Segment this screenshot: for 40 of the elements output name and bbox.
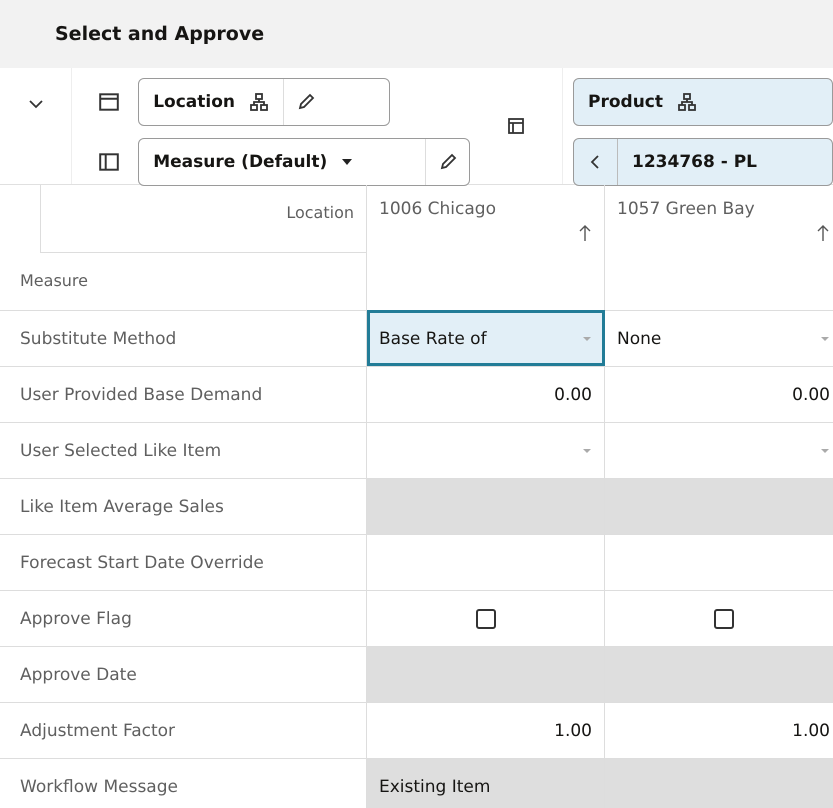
row-label: Adjustment Factor: [20, 720, 176, 740]
sort-arrow-icon[interactable]: [578, 224, 592, 242]
row-label: Workflow Message: [20, 776, 178, 796]
number-cell[interactable]: 0.00: [554, 384, 592, 404]
pivot-control[interactable]: Location: [138, 78, 390, 126]
readonly-cell: Existing Item: [367, 758, 605, 808]
number-cell[interactable]: 1.00: [792, 720, 830, 740]
page-title: Select and Approve: [55, 23, 264, 45]
checkbox[interactable]: [714, 608, 734, 628]
column-header: 1006 Chicago: [379, 199, 496, 221]
hierarchy-icon: [677, 92, 697, 112]
column-layout-icon[interactable]: [98, 151, 120, 173]
sort-arrow-icon[interactable]: [816, 224, 830, 242]
dropdown-cell[interactable]: [367, 422, 605, 478]
number-cell[interactable]: 1.00: [554, 720, 592, 740]
row-label: Forecast Start Date Override: [20, 552, 264, 572]
product-pivot-button[interactable]: Product: [574, 79, 711, 125]
dropdown-cell[interactable]: Base Rate of: [367, 310, 605, 366]
row-label: User Provided Base Demand: [20, 384, 262, 404]
row-layout-icon[interactable]: [98, 91, 120, 113]
column-header: 1057 Green Bay: [617, 199, 755, 221]
pivot-control[interactable]: Product: [573, 78, 833, 126]
column-axis-label: Measure: [20, 271, 88, 290]
location-pivot-button[interactable]: Location: [139, 79, 283, 125]
row-label: User Selected Like Item: [20, 440, 222, 460]
pivot-icon[interactable]: [506, 116, 526, 136]
number-cell[interactable]: 0.00: [792, 384, 830, 404]
hierarchy-icon: [249, 92, 269, 112]
row-label: Approve Date: [20, 664, 137, 684]
pivot-control[interactable]: 1234768 - PL: [573, 138, 833, 186]
row-label: Like Item Average Sales: [20, 496, 224, 516]
table-cell[interactable]: [367, 534, 605, 590]
measure-dropdown[interactable]: Measure (Default): [139, 139, 426, 185]
product-member-button[interactable]: 1234768 - PL: [618, 139, 771, 185]
row-label: Substitute Method: [20, 328, 176, 348]
caret-icon: [341, 158, 354, 166]
pivot-control[interactable]: Measure (Default): [138, 138, 470, 186]
row-axis-label: Location: [286, 203, 354, 224]
checkbox[interactable]: [476, 608, 496, 628]
row-label: Approve Flag: [20, 608, 132, 628]
